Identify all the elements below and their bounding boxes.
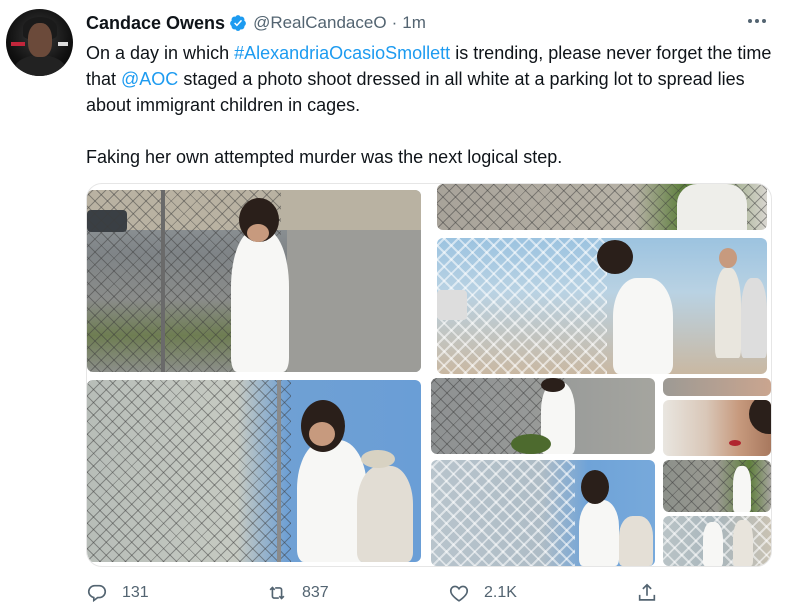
separator-dot: · [391, 13, 398, 32]
author-name[interactable]: Candace Owens [86, 13, 225, 34]
media-collage[interactable] [86, 183, 772, 567]
heart-icon [449, 585, 469, 602]
share-button[interactable] [636, 582, 658, 609]
timestamp[interactable]: 1m [402, 13, 426, 33]
photo-fence-strip[interactable] [437, 184, 767, 230]
like-button[interactable]: 2.1K [448, 582, 517, 604]
tweet-header: Candace Owens @RealCandaceO · 1m [86, 12, 426, 34]
tweet-actions: 131 837 2.1K [86, 582, 686, 610]
photo-woman-hands-on-face[interactable] [87, 380, 421, 562]
photo-woman-at-fence-crowd[interactable] [437, 238, 767, 374]
author-handle[interactable]: @RealCandaceO [253, 13, 387, 33]
tweet-paragraph-1: On a day in which #AlexandriaOcasioSmoll… [86, 43, 772, 115]
verified-badge-icon [230, 15, 246, 31]
photo-tile-1[interactable] [431, 378, 655, 454]
mention-link[interactable]: @AOC [121, 69, 178, 89]
reply-count: 131 [122, 584, 149, 601]
share-icon [638, 583, 656, 601]
tweet-text: On a day in which #AlexandriaOcasioSmoll… [86, 40, 776, 170]
reply-button[interactable]: 131 [86, 582, 149, 604]
retweet-icon [269, 586, 285, 600]
retweet-count: 837 [302, 584, 329, 601]
retweet-button[interactable]: 837 [266, 582, 329, 604]
photo-tile-face-closeup[interactable] [663, 400, 771, 456]
tweet-paragraph-2: Faking her own attempted murder was the … [86, 147, 563, 167]
like-count: 2.1K [484, 584, 517, 601]
photo-fence-parking-lot[interactable] [87, 190, 421, 372]
more-options-icon[interactable] [745, 11, 769, 31]
reply-icon [87, 584, 107, 603]
avatar[interactable] [6, 9, 73, 76]
photo-tile-3[interactable] [431, 460, 655, 566]
photo-tile-5[interactable] [663, 516, 771, 566]
photo-tile-2[interactable] [663, 378, 771, 396]
photo-tile-4[interactable] [663, 460, 771, 512]
hashtag-link[interactable]: #AlexandriaOcasioSmollett [234, 43, 450, 63]
